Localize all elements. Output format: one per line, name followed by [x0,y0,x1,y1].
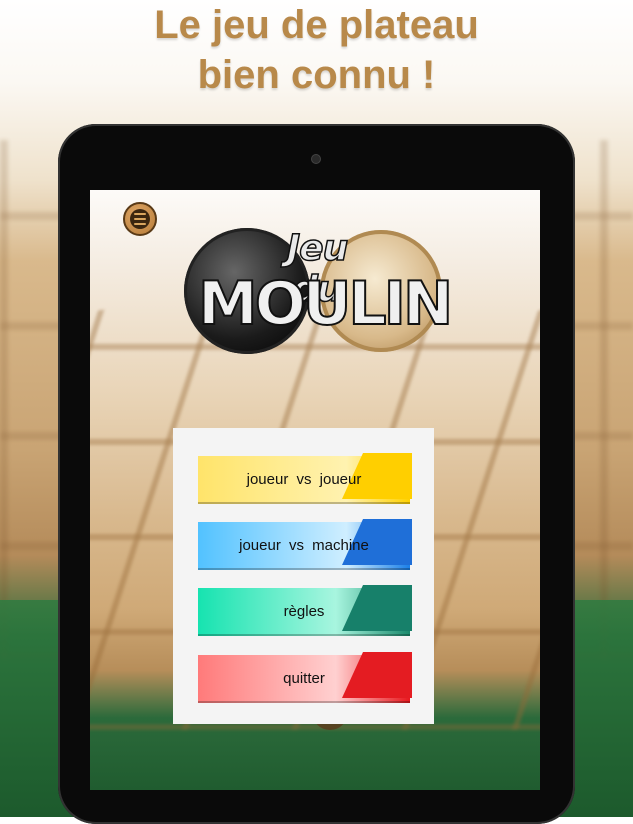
player-vs-player-button[interactable]: joueur vs joueur [198,453,412,504]
game-logo: Jeu du MOULIN [184,227,454,358]
tablet-camera [311,154,321,164]
hamburger-menu-icon [130,209,150,229]
headline-line-1: Le jeu de plateau [154,3,479,47]
button-label: joueur vs joueur [246,470,362,488]
menu-button[interactable] [123,202,157,236]
button-label: quitter [283,669,325,687]
button-label: joueur vs machine [239,536,369,554]
logo-line-2: MOULIN [197,269,454,339]
quit-button[interactable]: quitter [198,652,412,703]
main-menu-panel: joueur vs joueur joueur vs machine règle… [173,428,434,724]
rules-button[interactable]: règles [198,585,412,636]
headline-line-2: bien connu ! [197,53,436,97]
button-label: règles [283,602,325,620]
promo-headline: Le jeu de plateau bien connu ! [0,0,633,100]
player-vs-machine-button[interactable]: joueur vs machine [198,519,412,570]
